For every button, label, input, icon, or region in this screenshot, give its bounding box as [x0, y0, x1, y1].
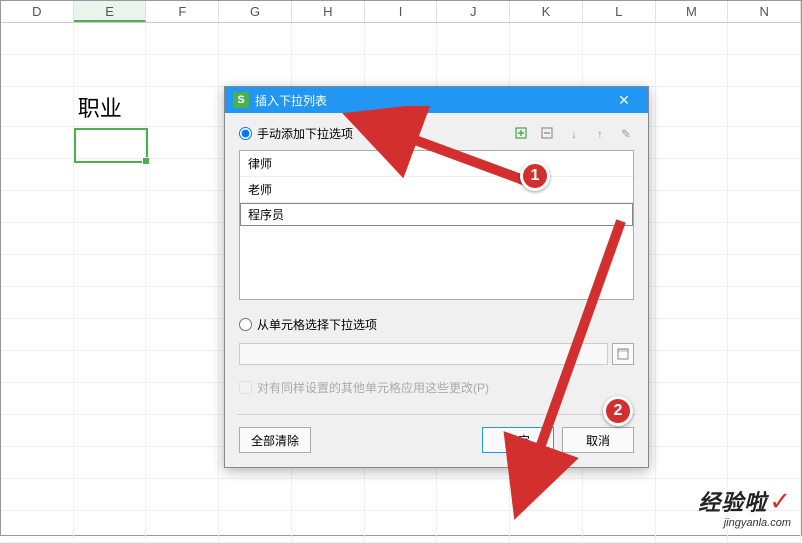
dialog-title: 插入下拉列表: [255, 92, 608, 109]
list-item-editing[interactable]: [240, 203, 633, 226]
apply-same-label: 对有同样设置的其他单元格应用这些更改(P): [257, 379, 489, 396]
divider: [237, 414, 636, 415]
col-header[interactable]: L: [583, 1, 656, 22]
add-item-icon[interactable]: [514, 126, 530, 142]
col-header[interactable]: I: [365, 1, 438, 22]
col-header[interactable]: F: [146, 1, 219, 22]
col-header[interactable]: J: [437, 1, 510, 22]
dialog-titlebar[interactable]: S 插入下拉列表 ✕: [225, 87, 648, 113]
list-item[interactable]: 老师: [240, 177, 633, 203]
radio-manual-add[interactable]: 手动添加下拉选项: [239, 125, 514, 142]
col-header[interactable]: H: [292, 1, 365, 22]
list-item[interactable]: 律师: [240, 151, 633, 177]
delete-item-icon[interactable]: [540, 126, 556, 142]
check-icon: ✓: [769, 486, 791, 516]
app-icon: S: [233, 92, 249, 108]
edit-item-icon[interactable]: ✎: [618, 126, 634, 142]
move-up-icon[interactable]: ↑: [592, 126, 608, 142]
col-header[interactable]: E: [74, 1, 147, 22]
clear-all-button[interactable]: 全部清除: [239, 427, 311, 453]
list-item-input[interactable]: [248, 207, 625, 221]
annotation-badge-2: 2: [603, 396, 633, 426]
cell-label[interactable]: 职业: [74, 87, 147, 126]
annotation-badge-1: 1: [520, 161, 550, 191]
radio-manual-label: 手动添加下拉选项: [257, 125, 353, 142]
options-list[interactable]: 律师 老师: [239, 150, 634, 300]
column-headers: D E F G H I J K L M N: [1, 1, 801, 23]
radio-cells-label: 从单元格选择下拉选项: [257, 316, 377, 333]
col-header[interactable]: G: [219, 1, 292, 22]
radio-cells-input[interactable]: [239, 318, 252, 331]
move-down-icon[interactable]: ↓: [566, 126, 582, 142]
apply-same-checkbox: [239, 381, 252, 394]
col-header[interactable]: K: [510, 1, 583, 22]
col-header[interactable]: M: [656, 1, 729, 22]
cell-range-picker-icon[interactable]: [612, 343, 634, 365]
cell-range-input: [239, 343, 608, 365]
radio-from-cells[interactable]: 从单元格选择下拉选项: [239, 316, 634, 333]
watermark: 经验啦✓ jingyanla.com: [698, 485, 791, 529]
col-header[interactable]: D: [1, 1, 74, 22]
watermark-url: jingyanla.com: [698, 517, 791, 529]
col-header[interactable]: N: [728, 1, 801, 22]
radio-manual-input[interactable]: [239, 127, 252, 140]
close-icon[interactable]: ✕: [608, 92, 640, 109]
cancel-button[interactable]: 取消: [562, 427, 634, 453]
ok-button[interactable]: 确定: [482, 427, 554, 453]
watermark-text: 经验啦: [698, 490, 767, 515]
insert-dropdown-dialog: S 插入下拉列表 ✕ 手动添加下拉选项 ↓ ↑ ✎ 律师: [224, 86, 649, 468]
